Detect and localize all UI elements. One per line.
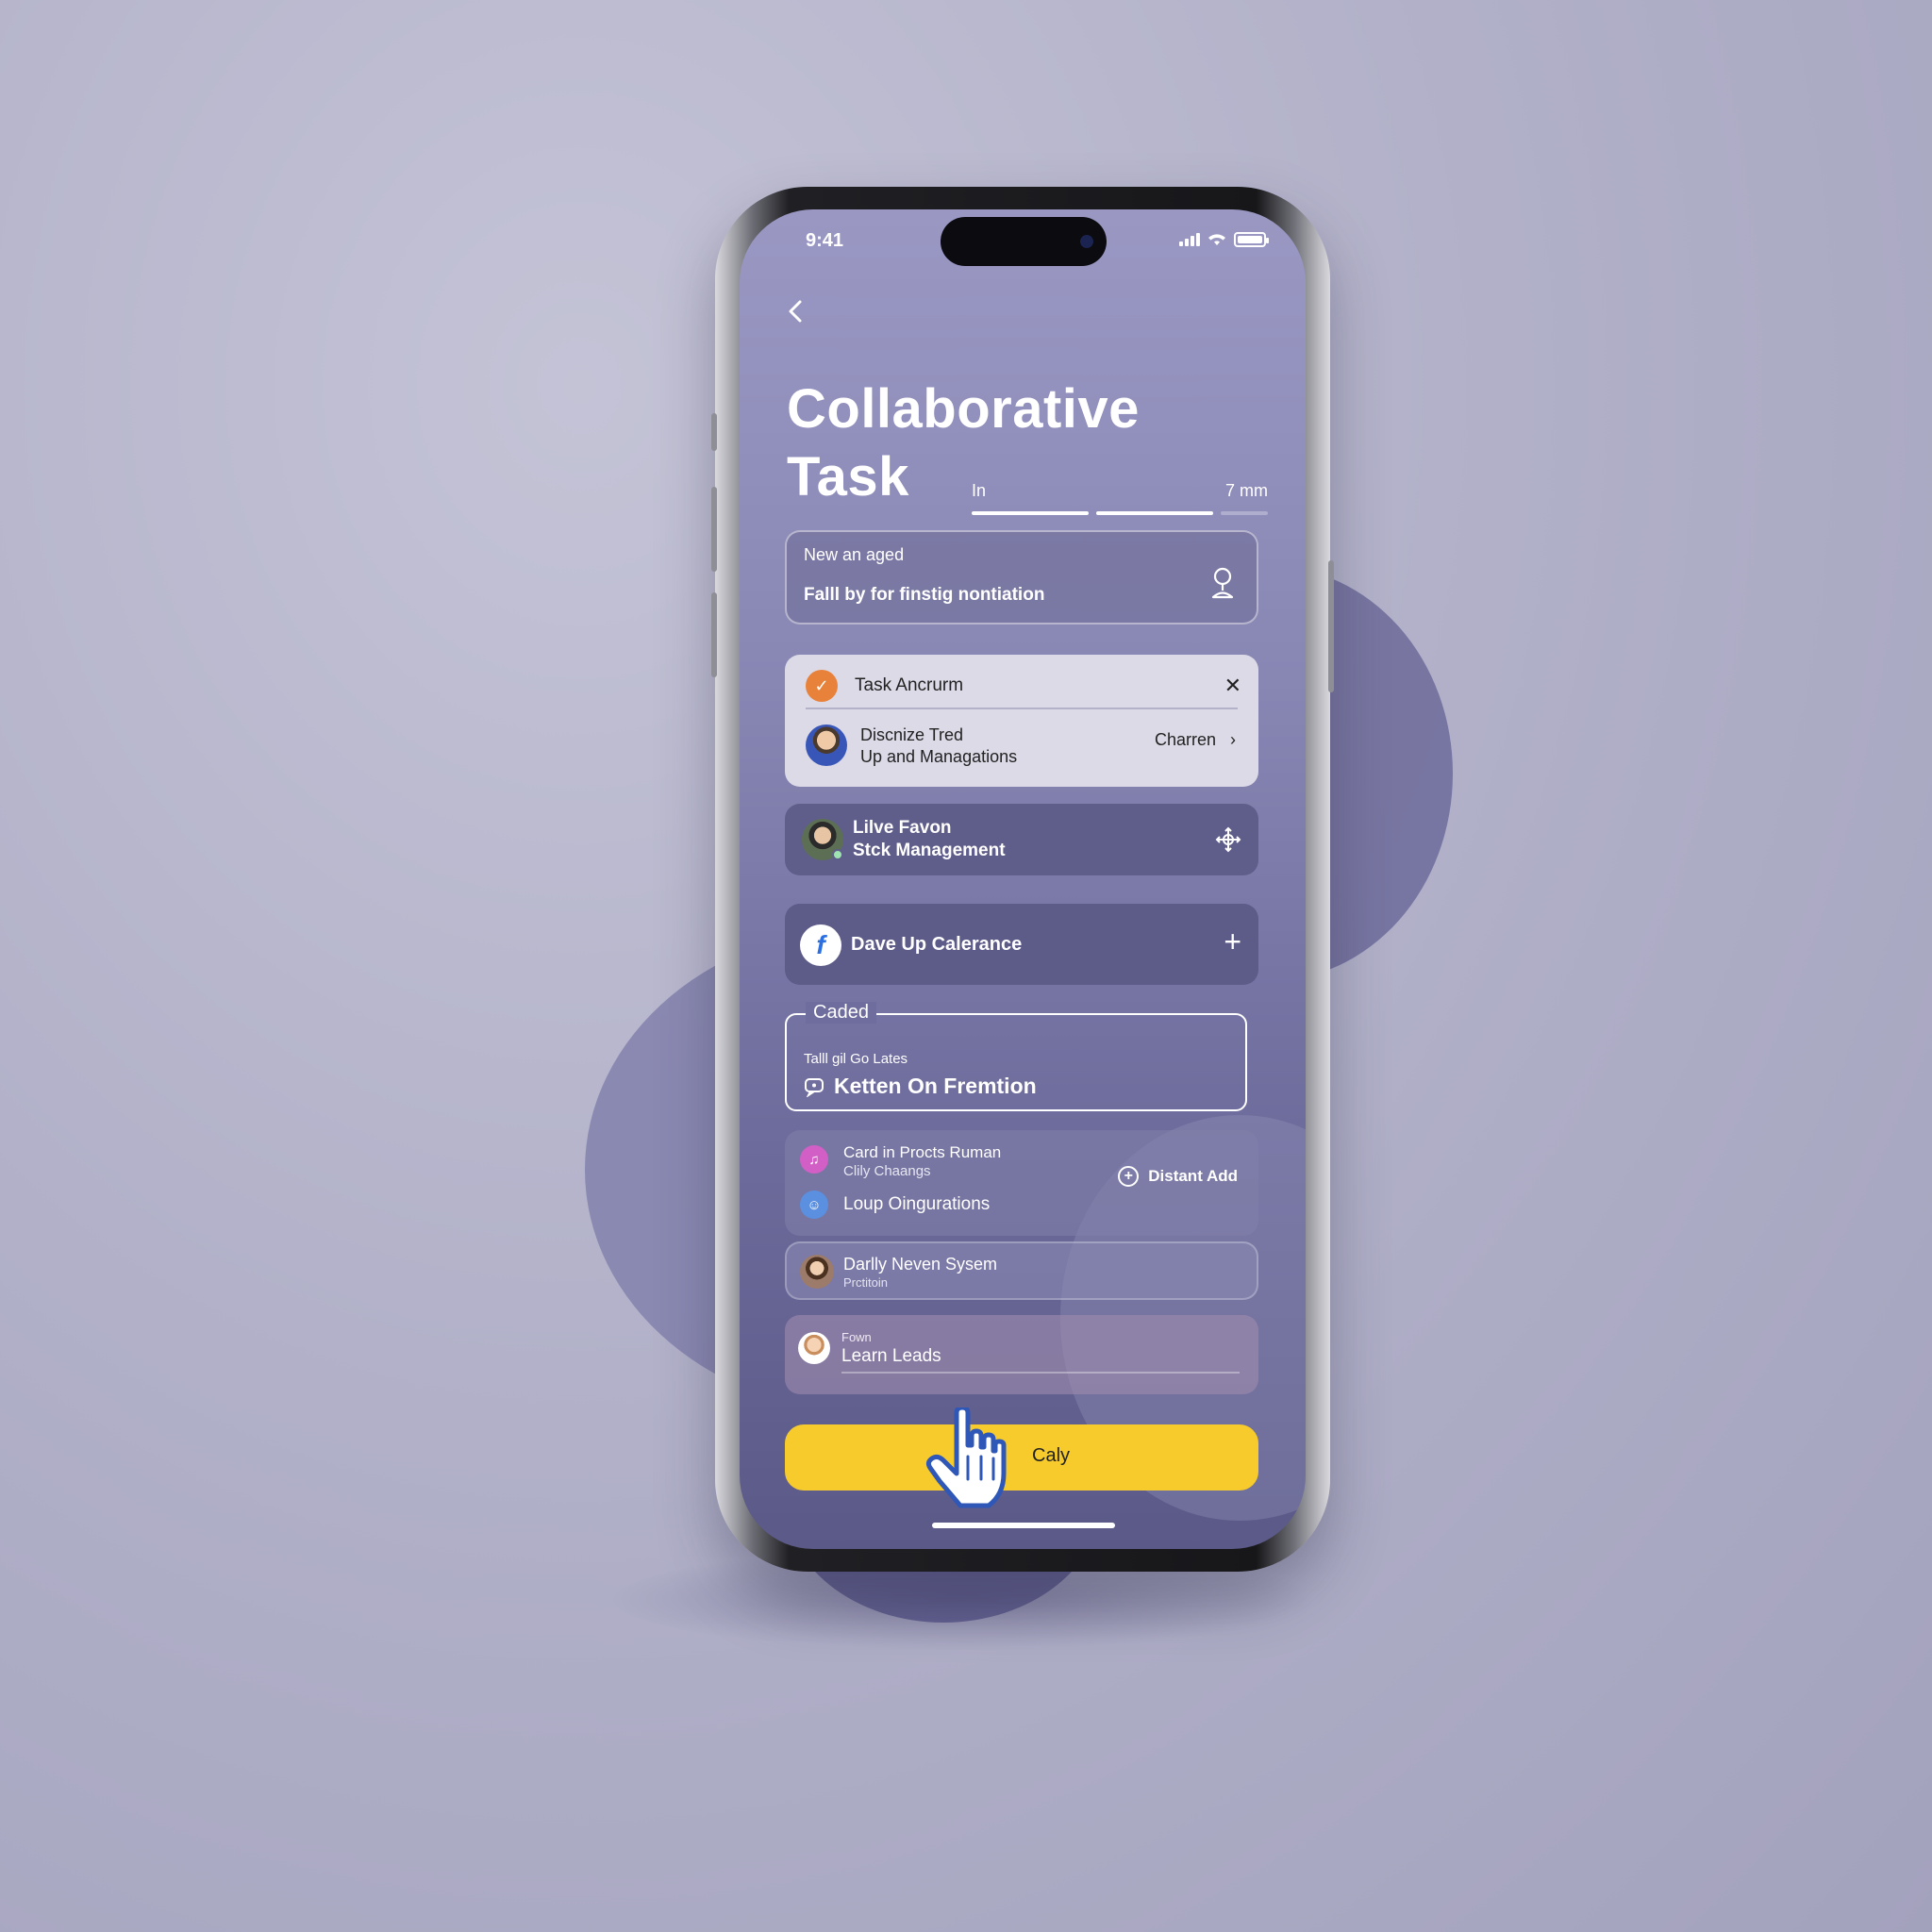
daily-card-text: Darlly Neven Sysem Prctitoin: [843, 1255, 997, 1292]
volume-up-button: [711, 487, 717, 572]
assignee-name: Discnize Tred: [860, 725, 964, 744]
live-card-line2: Stck Management: [853, 841, 1006, 860]
dave-card[interactable]: f Dave Up Calerance +: [785, 904, 1258, 985]
live-card-line1: Lilve Favon: [853, 818, 952, 838]
daily-card-sub: Prctitoin: [843, 1275, 888, 1290]
app-logo-icon: f: [800, 924, 841, 966]
person-pin-icon: [1211, 567, 1234, 599]
dynamic-island: [941, 217, 1107, 266]
range-track[interactable]: [972, 511, 1268, 515]
hand-cursor-icon: [925, 1407, 1007, 1508]
primary-cta-button[interactable]: Caly: [785, 1424, 1258, 1491]
group-item1-title: Card in Procts Ruman: [843, 1143, 1002, 1161]
home-indicator[interactable]: [932, 1523, 1115, 1528]
wifi-icon: [1208, 234, 1225, 245]
move-icon[interactable]: [1215, 826, 1241, 853]
range-segment: [972, 511, 1089, 515]
add-circle-icon: +: [1118, 1166, 1140, 1187]
caded-sublabel: Talll gil Go Lates: [804, 1051, 908, 1067]
dave-card-label: Dave Up Calerance: [851, 934, 1023, 955]
divider: [841, 1372, 1240, 1374]
online-status-dot: [832, 849, 843, 860]
music-icon: ♫: [800, 1145, 828, 1174]
avatar: [798, 1332, 830, 1364]
live-card[interactable]: Lilve Favon Stck Management: [785, 804, 1258, 875]
range-segment: [1096, 511, 1213, 515]
phone-frame: 9:41 Collaborative Task In 7 mm New an a…: [711, 187, 1334, 1572]
notice-card[interactable]: New an aged Falll by for finstig nontiat…: [785, 530, 1258, 625]
learn-card-sub: Fown: [841, 1330, 872, 1344]
group-card[interactable]: ♫ Card in Procts Ruman Clily Chaangs ☺ L…: [785, 1130, 1258, 1236]
learn-card-text: Fown Learn Leads: [841, 1328, 941, 1366]
range-segment-empty: [1221, 511, 1268, 515]
signal-icon: [1179, 233, 1200, 246]
group-item2-title: Loup Oingurations: [843, 1194, 991, 1214]
cta-label: Caly: [1032, 1445, 1071, 1466]
caded-field[interactable]: Caded Talll gil Go Lates Ketten On Fremt…: [785, 1002, 1247, 1111]
chevron-right-icon: ›: [1230, 730, 1236, 749]
distant-add-button[interactable]: + Distant Add: [1118, 1166, 1238, 1187]
learn-card-title: Learn Leads: [841, 1346, 941, 1366]
person-icon: ☺: [800, 1191, 828, 1219]
daily-card[interactable]: Darlly Neven Sysem Prctitoin: [785, 1241, 1258, 1300]
avatar: [800, 1255, 834, 1289]
plus-icon[interactable]: +: [1224, 924, 1241, 959]
learn-card[interactable]: Fown Learn Leads: [785, 1315, 1258, 1394]
task-card[interactable]: ✓ Task Ancrurm ✕ Discnize Tred Up and Ma…: [785, 655, 1258, 787]
battery-icon: [1234, 232, 1269, 247]
task-badge-icon: ✓: [806, 670, 838, 702]
task-action-link[interactable]: Charren ›: [1155, 730, 1236, 750]
distant-add-label: Distant Add: [1148, 1167, 1238, 1185]
assignee-detail: Up and Managations: [860, 747, 1018, 766]
range-start-label: In: [972, 481, 987, 500]
status-icons: [1179, 232, 1269, 247]
volume-down-button: [711, 592, 717, 677]
task-assignee: Discnize Tred Up and Managations: [860, 724, 1017, 768]
back-chevron-icon[interactable]: [781, 296, 811, 326]
chat-icon: [805, 1077, 824, 1097]
notice-value: Falll by for finstig nontiation: [804, 585, 1045, 605]
task-title: Task Ancrurm: [855, 675, 964, 695]
avatar: [806, 724, 847, 766]
page-title-line1: Collaborative: [787, 378, 1140, 440]
power-button: [1328, 560, 1334, 692]
range-end-label: 7 mm: [1225, 481, 1268, 500]
camera-lens: [1080, 235, 1093, 248]
task-action-label: Charren: [1154, 730, 1216, 749]
group-item1-sub: Clily Chaangs: [843, 1163, 931, 1179]
caded-legend: Caded: [806, 1002, 876, 1024]
mute-switch: [711, 413, 717, 451]
live-card-text: Lilve Favon Stck Management: [853, 817, 1006, 862]
phone-screen: 9:41 Collaborative Task In 7 mm New an a…: [740, 209, 1306, 1549]
notice-label: New an aged: [804, 545, 905, 564]
close-icon[interactable]: ✕: [1224, 674, 1241, 698]
range-slider[interactable]: In 7 mm: [972, 474, 1268, 521]
caded-value: Ketten On Fremtion: [804, 1074, 1037, 1099]
caded-value-text: Ketten On Fremtion: [834, 1074, 1037, 1098]
group-item1: Card in Procts Ruman Clily Chaangs: [843, 1143, 1001, 1181]
status-time: 9:41: [806, 230, 844, 251]
daily-card-title: Darlly Neven Sysem: [843, 1255, 998, 1274]
